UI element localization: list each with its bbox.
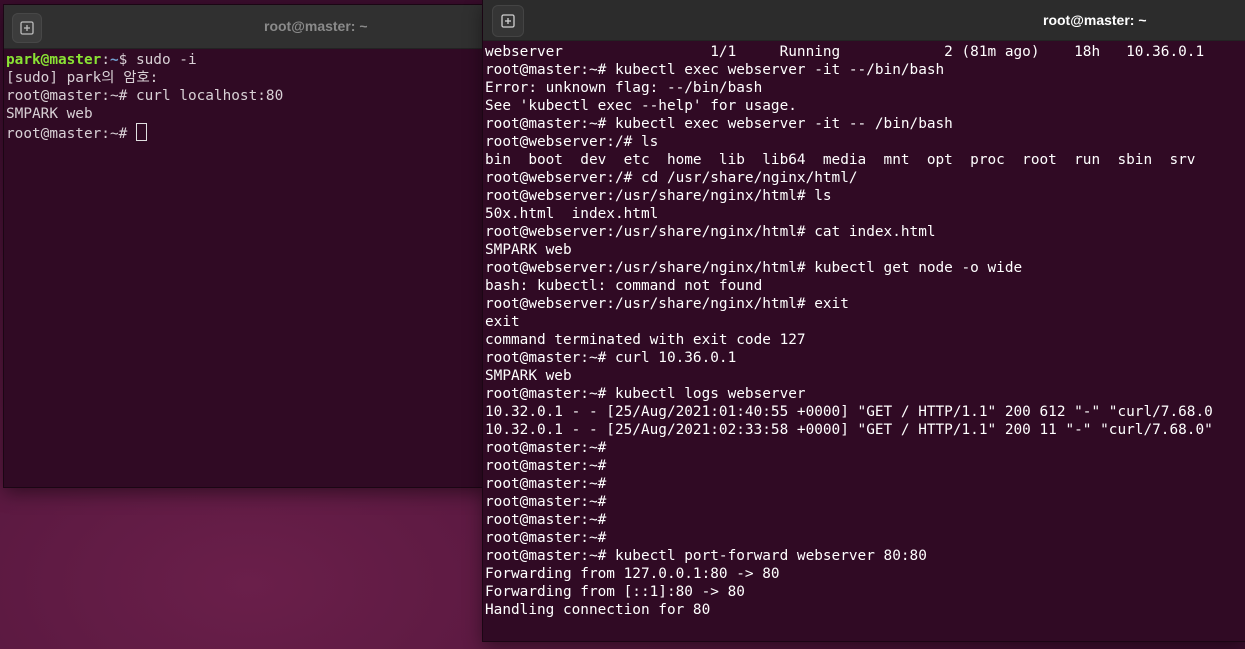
terminal-line: root@master:~#	[485, 458, 607, 474]
window-title: root@master: ~	[264, 18, 368, 34]
text-cursor	[135, 123, 147, 141]
terminal-line: SMPARK web	[485, 368, 572, 384]
terminal-line: root@webserver:/usr/share/nginx/html# ku…	[485, 260, 1023, 276]
terminal-line: 10.32.0.1 - - [25/Aug/2021:02:33:58 +000…	[485, 422, 1213, 438]
terminal-window-left[interactable]: root@master: ~ park@master:~$ sudo -i [s…	[4, 5, 490, 487]
terminal-line: park@master:~$ sudo -i	[6, 51, 488, 69]
terminal-line: See 'kubectl exec --help' for usage.	[485, 98, 797, 114]
terminal-line: root@master:~#	[485, 530, 607, 546]
terminal-line: exit	[485, 314, 520, 330]
terminal-line: command terminated with exit code 127	[485, 332, 806, 348]
terminal-line: Handling connection for 80	[485, 602, 711, 618]
terminal-line: root@webserver:/usr/share/nginx/html# ls	[485, 188, 832, 204]
terminal-line: root@master:~# kubectl exec webserver -i…	[485, 116, 953, 132]
terminal-line: root@master:~# kubectl logs webserver	[485, 386, 806, 402]
prompt-text: root@master:~#	[6, 126, 136, 142]
terminal-line: root@webserver:/# ls	[485, 134, 659, 150]
terminal-line: SMPARK web	[485, 242, 572, 258]
terminal-line: root@master:~# curl 10.36.0.1	[485, 350, 737, 366]
prompt-user: park@master	[6, 52, 102, 68]
command-text: sudo -i	[135, 52, 197, 68]
prompt-separator: :	[101, 52, 110, 68]
terminal-line: root@webserver:/usr/share/nginx/html# ex…	[485, 296, 849, 312]
terminal-line: root@master:~#	[485, 440, 607, 456]
terminal-line: root@master:~# kubectl port-forward webs…	[485, 548, 927, 564]
title-bar[interactable]: root@master: ~	[4, 5, 490, 49]
terminal-line: webserver 1/1 Running 2 (81m ago) 18h 10…	[485, 44, 1205, 60]
terminal-line: 50x.html index.html	[485, 206, 659, 222]
terminal-output[interactable]: webserver 1/1 Running 2 (81m ago) 18h 10…	[483, 41, 1245, 619]
window-title: root@master: ~	[1043, 12, 1147, 28]
terminal-line: Error: unknown flag: --/bin/bash	[485, 80, 763, 96]
title-bar[interactable]: root@master: ~	[483, 0, 1245, 41]
terminal-line: Forwarding from [::1]:80 -> 80	[485, 584, 745, 600]
prompt-path: ~	[109, 52, 119, 68]
terminal-line: root@master:~#	[485, 494, 607, 510]
terminal-line: root@master:~#	[485, 476, 607, 492]
terminal-line: Forwarding from 127.0.0.1:80 -> 80	[485, 566, 780, 582]
terminal-output[interactable]: park@master:~$ sudo -i [sudo] park의 암호: …	[4, 49, 490, 142]
terminal-line: root@master:~#	[6, 123, 488, 142]
terminal-line: SMPARK web	[6, 106, 93, 122]
terminal-line: root@master:~#	[485, 512, 607, 528]
prompt-end: $	[118, 52, 136, 68]
terminal-line: bin boot dev etc home lib lib64 media mn…	[485, 152, 1196, 168]
terminal-line: root@webserver:/# cd /usr/share/nginx/ht…	[485, 170, 858, 186]
terminal-window-right[interactable]: root@master: ~ webserver 1/1 Running 2 (…	[483, 0, 1245, 641]
terminal-line: root@master:~# curl localhost:80	[6, 88, 284, 104]
terminal-line: bash: kubectl: command not found	[485, 278, 763, 294]
terminal-line: root@master:~# kubectl exec webserver -i…	[485, 62, 945, 78]
terminal-line: [sudo] park의 암호:	[6, 70, 159, 86]
terminal-line: 10.32.0.1 - - [25/Aug/2021:01:40:55 +000…	[485, 404, 1213, 420]
terminal-line: root@webserver:/usr/share/nginx/html# ca…	[485, 224, 936, 240]
